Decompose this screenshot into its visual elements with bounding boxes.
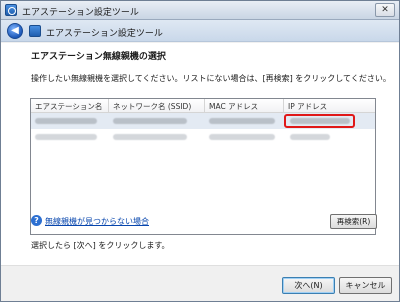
- redacted-value: [209, 134, 275, 140]
- airstation-list[interactable]: エアステーション名 ネットワーク名 (SSID) MAC アドレス IP アドレ…: [30, 98, 376, 235]
- app-window: エアステーション設定ツール ✕ ◀ エアステーション設定ツール エアステーション…: [0, 0, 400, 302]
- column-header-name[interactable]: エアステーション名: [31, 99, 109, 113]
- redacted-value: [113, 134, 187, 140]
- window-title: エアステーション設定ツール: [22, 8, 139, 18]
- list-row[interactable]: [31, 129, 375, 145]
- column-header-ip[interactable]: IP アドレス: [284, 99, 375, 113]
- instruction-text: 操作したい無線親機を選択してください。リストにない場合は、[再検索] をクリック…: [31, 74, 391, 83]
- app-icon: [5, 4, 17, 16]
- next-button[interactable]: 次へ(N): [282, 277, 335, 294]
- redacted-value: [35, 134, 97, 140]
- redacted-value: [35, 118, 97, 124]
- redacted-value: [113, 118, 187, 124]
- back-button[interactable]: ◀: [7, 23, 23, 39]
- section-title: エアステーション無線親機の選択: [31, 52, 166, 62]
- header-app-icon: [29, 25, 41, 37]
- column-header-mac[interactable]: MAC アドレス: [205, 99, 284, 113]
- help-icon: ?: [31, 215, 42, 226]
- ip-address-highlight: [284, 114, 355, 128]
- help-link[interactable]: 無線親機が見つからない場合: [45, 216, 149, 227]
- list-header: エアステーション名 ネットワーク名 (SSID) MAC アドレス IP アドレ…: [31, 99, 375, 113]
- button-bar: 次へ(N) キャンセル: [1, 265, 399, 301]
- close-button[interactable]: ✕: [375, 3, 395, 17]
- research-button[interactable]: 再検索(R): [330, 214, 377, 229]
- redacted-value: [209, 118, 275, 124]
- redacted-value: [290, 134, 330, 140]
- title-bar: エアステーション設定ツール ✕: [1, 1, 399, 20]
- column-header-ssid[interactable]: ネットワーク名 (SSID): [109, 99, 205, 113]
- cancel-button[interactable]: キャンセル: [339, 277, 392, 294]
- content-panel: エアステーション無線親機の選択 操作したい無線親機を選択してください。リストにな…: [1, 43, 399, 265]
- header-title: エアステーション設定ツール: [46, 29, 163, 39]
- footer-hint: 選択したら [次へ] をクリックします。: [31, 241, 170, 250]
- header-bar: ◀ エアステーション設定ツール: [1, 20, 399, 42]
